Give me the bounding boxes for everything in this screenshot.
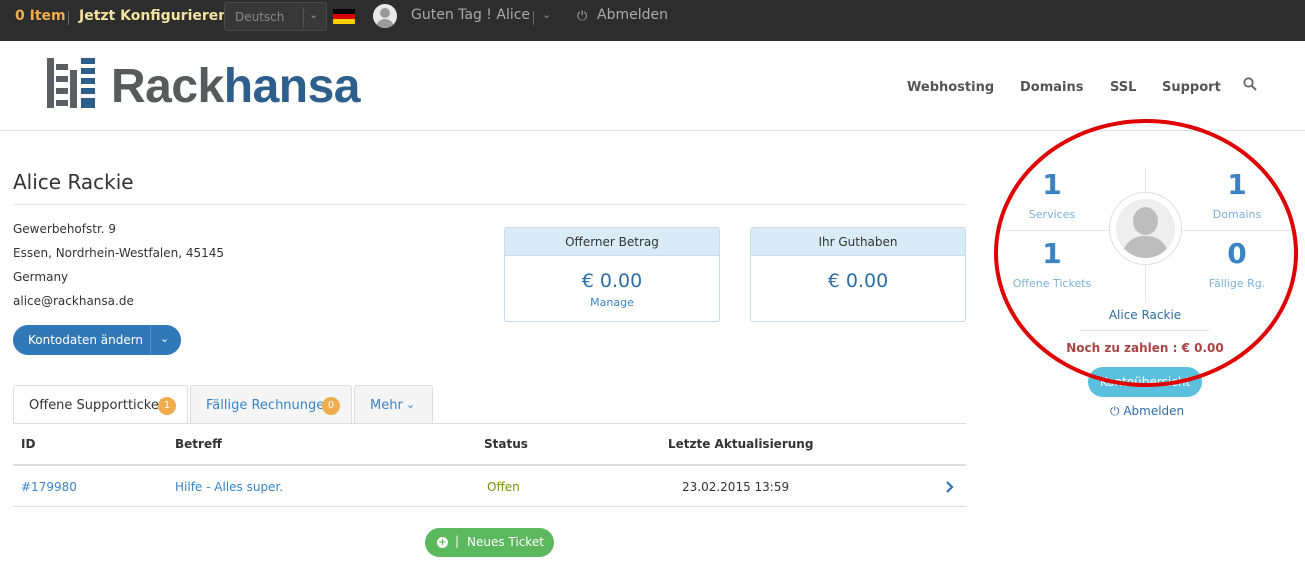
column-header-updated: Letzte Aktualisierung	[668, 437, 814, 451]
credit-card: Ihr Guthaben € 0.00	[750, 227, 966, 322]
divider	[13, 204, 966, 205]
chevron-down-icon[interactable]: ⌄	[160, 332, 169, 345]
logout-link[interactable]: Abmelden	[597, 7, 668, 23]
divider: |	[455, 534, 460, 548]
manage-link[interactable]: Manage	[505, 296, 719, 309]
credit-value: € 0.00	[827, 270, 889, 292]
tab-label: Fällige Rechnungen	[206, 398, 333, 413]
due-invoices-count[interactable]: 0	[1207, 237, 1267, 270]
column-header-subject: Betreff	[175, 437, 222, 451]
nav-support[interactable]: Support	[1162, 80, 1221, 95]
ticket-subject[interactable]: Hilfe - Alles super.	[175, 480, 283, 494]
chevron-down-icon[interactable]: ⌄	[542, 8, 551, 21]
tab-label: Offene Supporttickets	[29, 398, 171, 413]
page-title: Alice Rackie	[13, 170, 134, 194]
services-label[interactable]: Services	[1002, 208, 1102, 221]
cart-link[interactable]: 0 Item	[15, 8, 66, 24]
domains-count[interactable]: 1	[1207, 168, 1267, 201]
address-email: alice@rackhansa.de	[13, 294, 134, 308]
greeting-menu[interactable]: Guten Tag ! Alice	[411, 7, 530, 23]
language-select[interactable]: Deutsch ⌄	[224, 2, 327, 31]
address-country: Germany	[13, 270, 69, 284]
column-header-status: Status	[484, 437, 528, 451]
open-tickets-count[interactable]: 1	[1022, 237, 1082, 270]
open-amount-title: Offerner Betrag	[505, 228, 719, 256]
account-overview-button[interactable]: Kontoübersicht	[1088, 367, 1202, 397]
credit-title: Ihr Guthaben	[751, 228, 965, 256]
divider	[13, 423, 966, 424]
divider	[68, 11, 69, 25]
count-badge: 0	[322, 397, 340, 415]
site-header: Rackhansa Webhosting Domains SSL Support	[0, 41, 1305, 131]
ticket-id[interactable]: #179980	[21, 480, 77, 494]
power-icon: ⏻	[1110, 404, 1120, 418]
side-logout-label: Abmelden	[1123, 404, 1185, 418]
domains-label[interactable]: Domains	[1187, 208, 1287, 221]
open-amount-value: € 0.00	[581, 270, 643, 292]
divider	[303, 7, 304, 27]
chevron-down-icon: ⌄	[406, 398, 416, 411]
power-icon[interactable]: ⏻	[577, 9, 587, 24]
configure-link[interactable]: Jetzt Konfigurieren	[79, 8, 228, 24]
search-icon[interactable]	[1243, 77, 1257, 91]
logo-wordmark[interactable]: Rackhansa	[111, 61, 360, 113]
german-flag-icon[interactable]	[333, 9, 355, 24]
language-value: Deutsch	[235, 10, 285, 24]
address-street: Gewerbehofstr. 9	[13, 222, 117, 236]
new-ticket-label: Neues Ticket	[467, 535, 544, 549]
chevron-right-icon[interactable]	[945, 481, 954, 493]
tab-due-invoices[interactable]: Fällige Rechnungen 0	[190, 385, 352, 424]
logo-icon[interactable]	[47, 58, 97, 108]
tab-more[interactable]: Mehr ⌄	[354, 385, 433, 424]
ticket-status: Offen	[487, 480, 520, 494]
tab-label: Mehr	[370, 398, 403, 413]
services-count[interactable]: 1	[1022, 168, 1082, 201]
divider	[150, 325, 151, 355]
chevron-down-icon: ⌄	[309, 8, 319, 21]
ticket-updated: 23.02.2015 13:59	[682, 480, 790, 494]
address-city: Essen, Nordrhein-Westfalen, 45145	[13, 246, 225, 260]
open-amount-card: Offerner Betrag € 0.00 Manage	[504, 227, 720, 322]
column-header-id: ID	[21, 437, 36, 451]
divider	[1080, 330, 1210, 331]
avatar	[1109, 192, 1182, 265]
nav-webhosting[interactable]: Webhosting	[907, 80, 994, 95]
divider	[13, 464, 966, 466]
count-badge: 1	[158, 397, 176, 415]
plus-icon: +	[437, 537, 448, 548]
nav-domains[interactable]: Domains	[1020, 80, 1084, 95]
divider	[13, 506, 966, 507]
amount-due: Noch zu zahlen : € 0.00	[1066, 341, 1224, 355]
open-tickets-label[interactable]: Offene Tickets	[1002, 277, 1102, 290]
side-user-name[interactable]: Alice Rackie	[1075, 308, 1215, 322]
nav-ssl[interactable]: SSL	[1110, 80, 1136, 95]
avatar[interactable]	[373, 4, 397, 28]
tab-open-tickets[interactable]: Offene Supporttickets 1	[13, 385, 188, 424]
divider	[533, 11, 534, 25]
due-invoices-label[interactable]: Fällige Rg.	[1187, 277, 1287, 290]
edit-account-button[interactable]: Kontodaten ändern ⌄	[13, 325, 181, 355]
new-ticket-button[interactable]: + | Neues Ticket	[425, 528, 554, 557]
top-bar: 0 Item Jetzt Konfigurieren Deutsch ⌄ Gut…	[0, 0, 1305, 41]
side-logout-link[interactable]: ⏻ Abmelden	[1110, 404, 1184, 419]
edit-account-label: Kontodaten ändern	[28, 333, 144, 347]
